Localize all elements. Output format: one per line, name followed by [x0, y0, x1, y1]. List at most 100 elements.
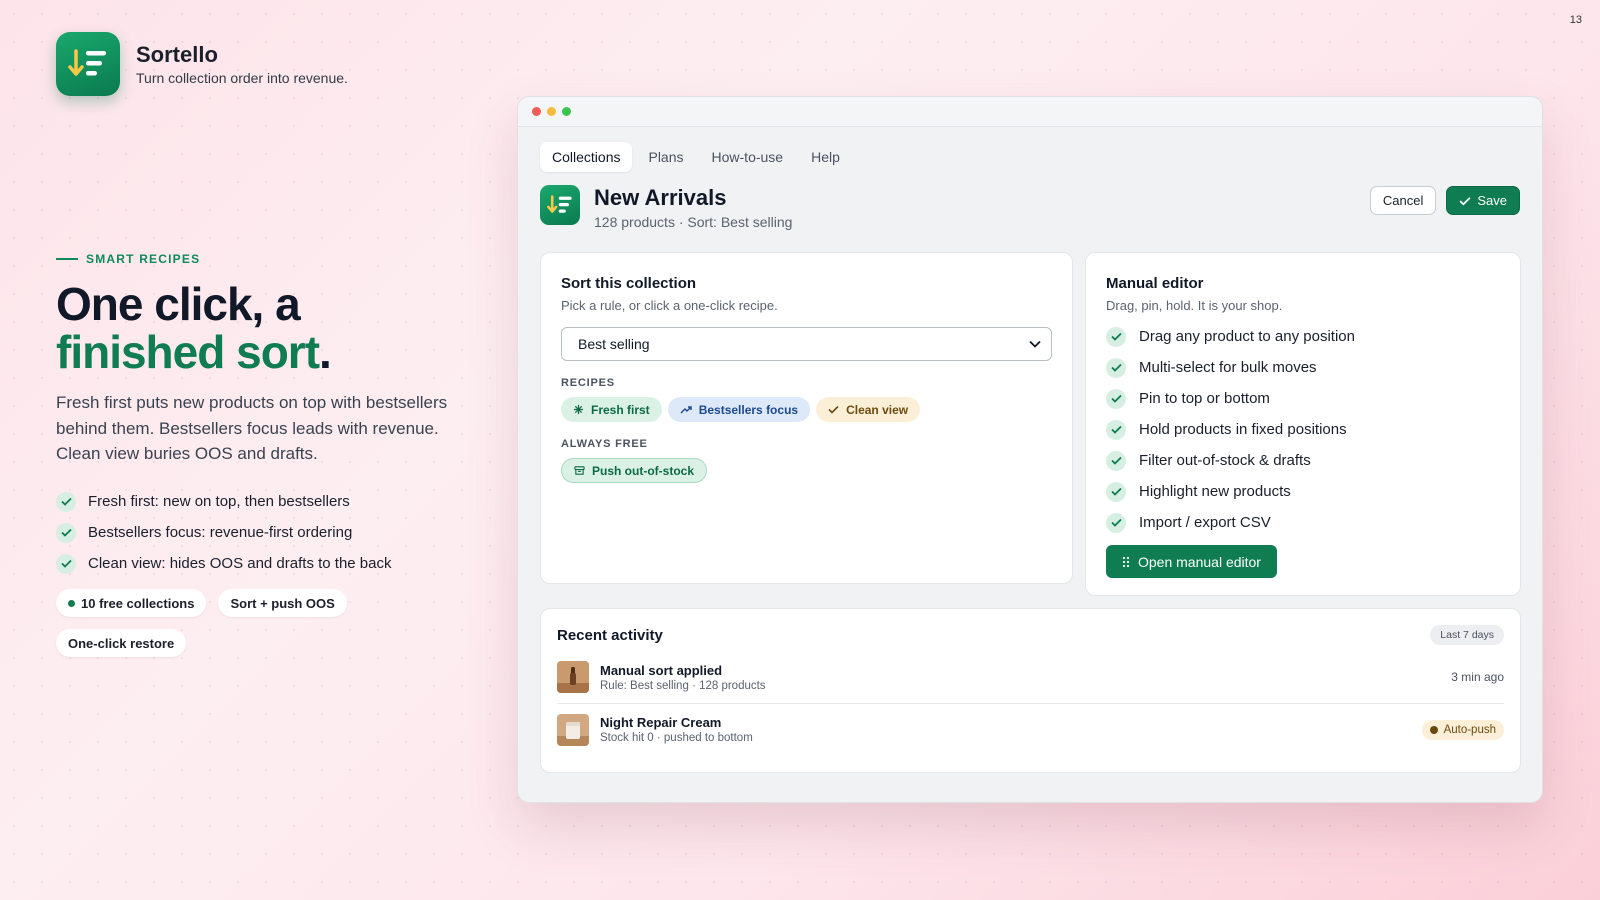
save-label: Save	[1477, 193, 1507, 208]
always-free-pills: Push out-of-stock	[561, 458, 1052, 483]
list-item: Fresh first: new on top, then bestseller…	[56, 486, 392, 517]
check-icon	[1106, 357, 1126, 378]
feature-text: Multi-select for bulk moves	[1139, 359, 1317, 376]
close-window-icon[interactable]	[532, 107, 541, 116]
recent-activity-card: Recent activity Last 7 days Manual sort …	[540, 608, 1521, 773]
range-badge: Last 7 days	[1430, 625, 1504, 645]
activity-item-subtitle: Rule: Best selling · 128 products	[600, 679, 766, 692]
hero-description: Fresh first puts new products on top wit…	[56, 393, 448, 463]
check-icon	[1106, 326, 1126, 347]
hero-bullet-list: Fresh first: new on top, then bestseller…	[56, 486, 392, 579]
recipe-bestsellers-focus[interactable]: Bestsellers focus	[667, 397, 811, 422]
chip-label: 10 free collections	[81, 595, 195, 611]
list-item: Highlight new products	[1106, 476, 1500, 507]
check-icon	[1106, 419, 1126, 440]
activity-title: Recent activity	[557, 626, 663, 644]
activity-item-title: Night Repair Cream	[600, 715, 722, 730]
collection-title: New Arrivals	[594, 185, 727, 210]
sort-card-subtitle: Pick a rule, or click a one-click recipe…	[561, 298, 778, 313]
save-button[interactable]: Save	[1446, 186, 1520, 215]
activity-timestamp: 3 min ago	[1451, 670, 1504, 684]
eyebrow-label: SMART RECIPES	[86, 252, 201, 266]
brand-name: Sortello	[136, 42, 218, 67]
always-free-label: ALWAYS FREE	[561, 438, 648, 450]
check-icon	[56, 522, 76, 543]
list-item: Hold products in fixed positions	[1106, 414, 1500, 445]
manual-editor-card: Manual editor Drag, pin, hold. It is you…	[1085, 252, 1521, 596]
product-thumbnail	[557, 661, 589, 693]
feature-text: Import / export CSV	[1139, 514, 1271, 531]
cancel-label: Cancel	[1382, 193, 1424, 208]
maximize-window-icon[interactable]	[562, 107, 571, 116]
recipe-clean-view[interactable]: Clean view	[816, 397, 921, 422]
sort-rule-value: Best selling	[578, 336, 650, 352]
window-titlebar	[518, 97, 1542, 127]
feature-text: Hold products in fixed positions	[1139, 421, 1347, 438]
list-item: Pin to top or bottom	[1106, 383, 1500, 414]
check-icon	[56, 553, 76, 574]
pill-label: Push out-of-stock	[592, 463, 694, 478]
recipe-pills: Fresh first Bestsellers focus Clean view	[561, 397, 1052, 422]
page-number: 13	[1569, 14, 1582, 26]
feature-text: Pin to top or bottom	[1139, 390, 1270, 407]
dot-icon	[68, 599, 75, 607]
list-item: Drag any product to any position	[1106, 321, 1500, 352]
collection-header: New Arrivals 128 products · Sort: Best s…	[540, 185, 792, 230]
recipe-fresh-first[interactable]: Fresh first	[561, 397, 662, 422]
list-item: Multi-select for bulk moves	[1106, 352, 1500, 383]
feature-text: Drag any product to any position	[1139, 328, 1355, 345]
archive-icon	[574, 466, 585, 475]
open-manual-editor-button[interactable]: Open manual editor	[1106, 545, 1277, 578]
app-window: Collections Plans How-to-use Help New Ar…	[517, 96, 1543, 803]
list-item: Filter out-of-stock & drafts	[1106, 445, 1500, 476]
product-thumbnail	[557, 713, 589, 746]
collection-subtitle: 128 products · Sort: Best selling	[594, 214, 793, 230]
collection-logo-icon	[540, 185, 580, 225]
activity-row[interactable]: Night Repair Cream Stock hit 0 · pushed …	[557, 703, 1504, 755]
feature-text: Filter out-of-stock & drafts	[1139, 452, 1311, 469]
activity-header: Recent activity Last 7 days	[557, 625, 1504, 645]
sort-card-title: Sort this collection	[561, 275, 697, 292]
sparkle-icon	[573, 404, 584, 415]
cancel-button[interactable]: Cancel	[1369, 186, 1437, 215]
chevron-down-icon	[1029, 340, 1041, 348]
check-icon	[828, 405, 839, 414]
chip-free-collections: 10 free collections	[56, 589, 207, 617]
check-icon	[56, 491, 76, 512]
check-icon	[1459, 196, 1471, 206]
tab-help[interactable]: Help	[799, 142, 852, 172]
recipe-label: Clean view	[846, 402, 909, 417]
tab-collections[interactable]: Collections	[540, 142, 633, 172]
tab-how-to-use[interactable]: How-to-use	[700, 142, 796, 172]
feature-text: Highlight new products	[1139, 483, 1291, 500]
eyebrow-line	[56, 258, 78, 260]
tab-plans[interactable]: Plans	[636, 142, 695, 172]
headline-line1: One click, a	[56, 278, 301, 330]
sort-rule-select[interactable]: Best selling	[561, 327, 1052, 361]
push-out-of-stock-button[interactable]: Push out-of-stock	[561, 458, 707, 483]
recipes-label: RECIPES	[561, 377, 615, 389]
activity-row[interactable]: Manual sort applied Rule: Best selling ·…	[557, 651, 1504, 703]
brand-tagline: Turn collection order into revenue.	[136, 70, 348, 86]
feature-chips: 10 free collections Sort + push OOS One-…	[56, 589, 376, 657]
trending-up-icon	[680, 405, 692, 413]
brand-header: Sortello Turn collection order into reve…	[56, 32, 348, 96]
check-icon	[1106, 481, 1126, 502]
bullet-text: Fresh first: new on top, then bestseller…	[88, 493, 350, 510]
editor-feature-list: Drag any product to any position Multi-s…	[1106, 321, 1500, 538]
check-icon	[1106, 388, 1126, 409]
sort-collection-card: Sort this collection Pick a rule, or cli…	[540, 252, 1073, 584]
chip-restore: One-click restore	[56, 629, 187, 657]
auto-push-badge: Auto-push	[1421, 719, 1504, 740]
button-label: Open manual editor	[1138, 553, 1261, 570]
bullet-text: Clean view: hides OOS and drafts to the …	[88, 555, 392, 572]
headline: One click, a finished sort.	[56, 278, 332, 378]
minimize-window-icon[interactable]	[547, 107, 556, 116]
chip-label: Sort + push OOS	[230, 595, 335, 611]
tab-bar: Collections Plans How-to-use Help	[540, 142, 852, 172]
editor-card-subtitle: Drag, pin, hold. It is your shop.	[1106, 298, 1283, 313]
drag-handle-icon	[1122, 556, 1130, 567]
headline-green: finished sort	[56, 326, 320, 378]
header-actions: Cancel Save	[1369, 186, 1520, 215]
eyebrow: SMART RECIPES	[56, 252, 200, 266]
